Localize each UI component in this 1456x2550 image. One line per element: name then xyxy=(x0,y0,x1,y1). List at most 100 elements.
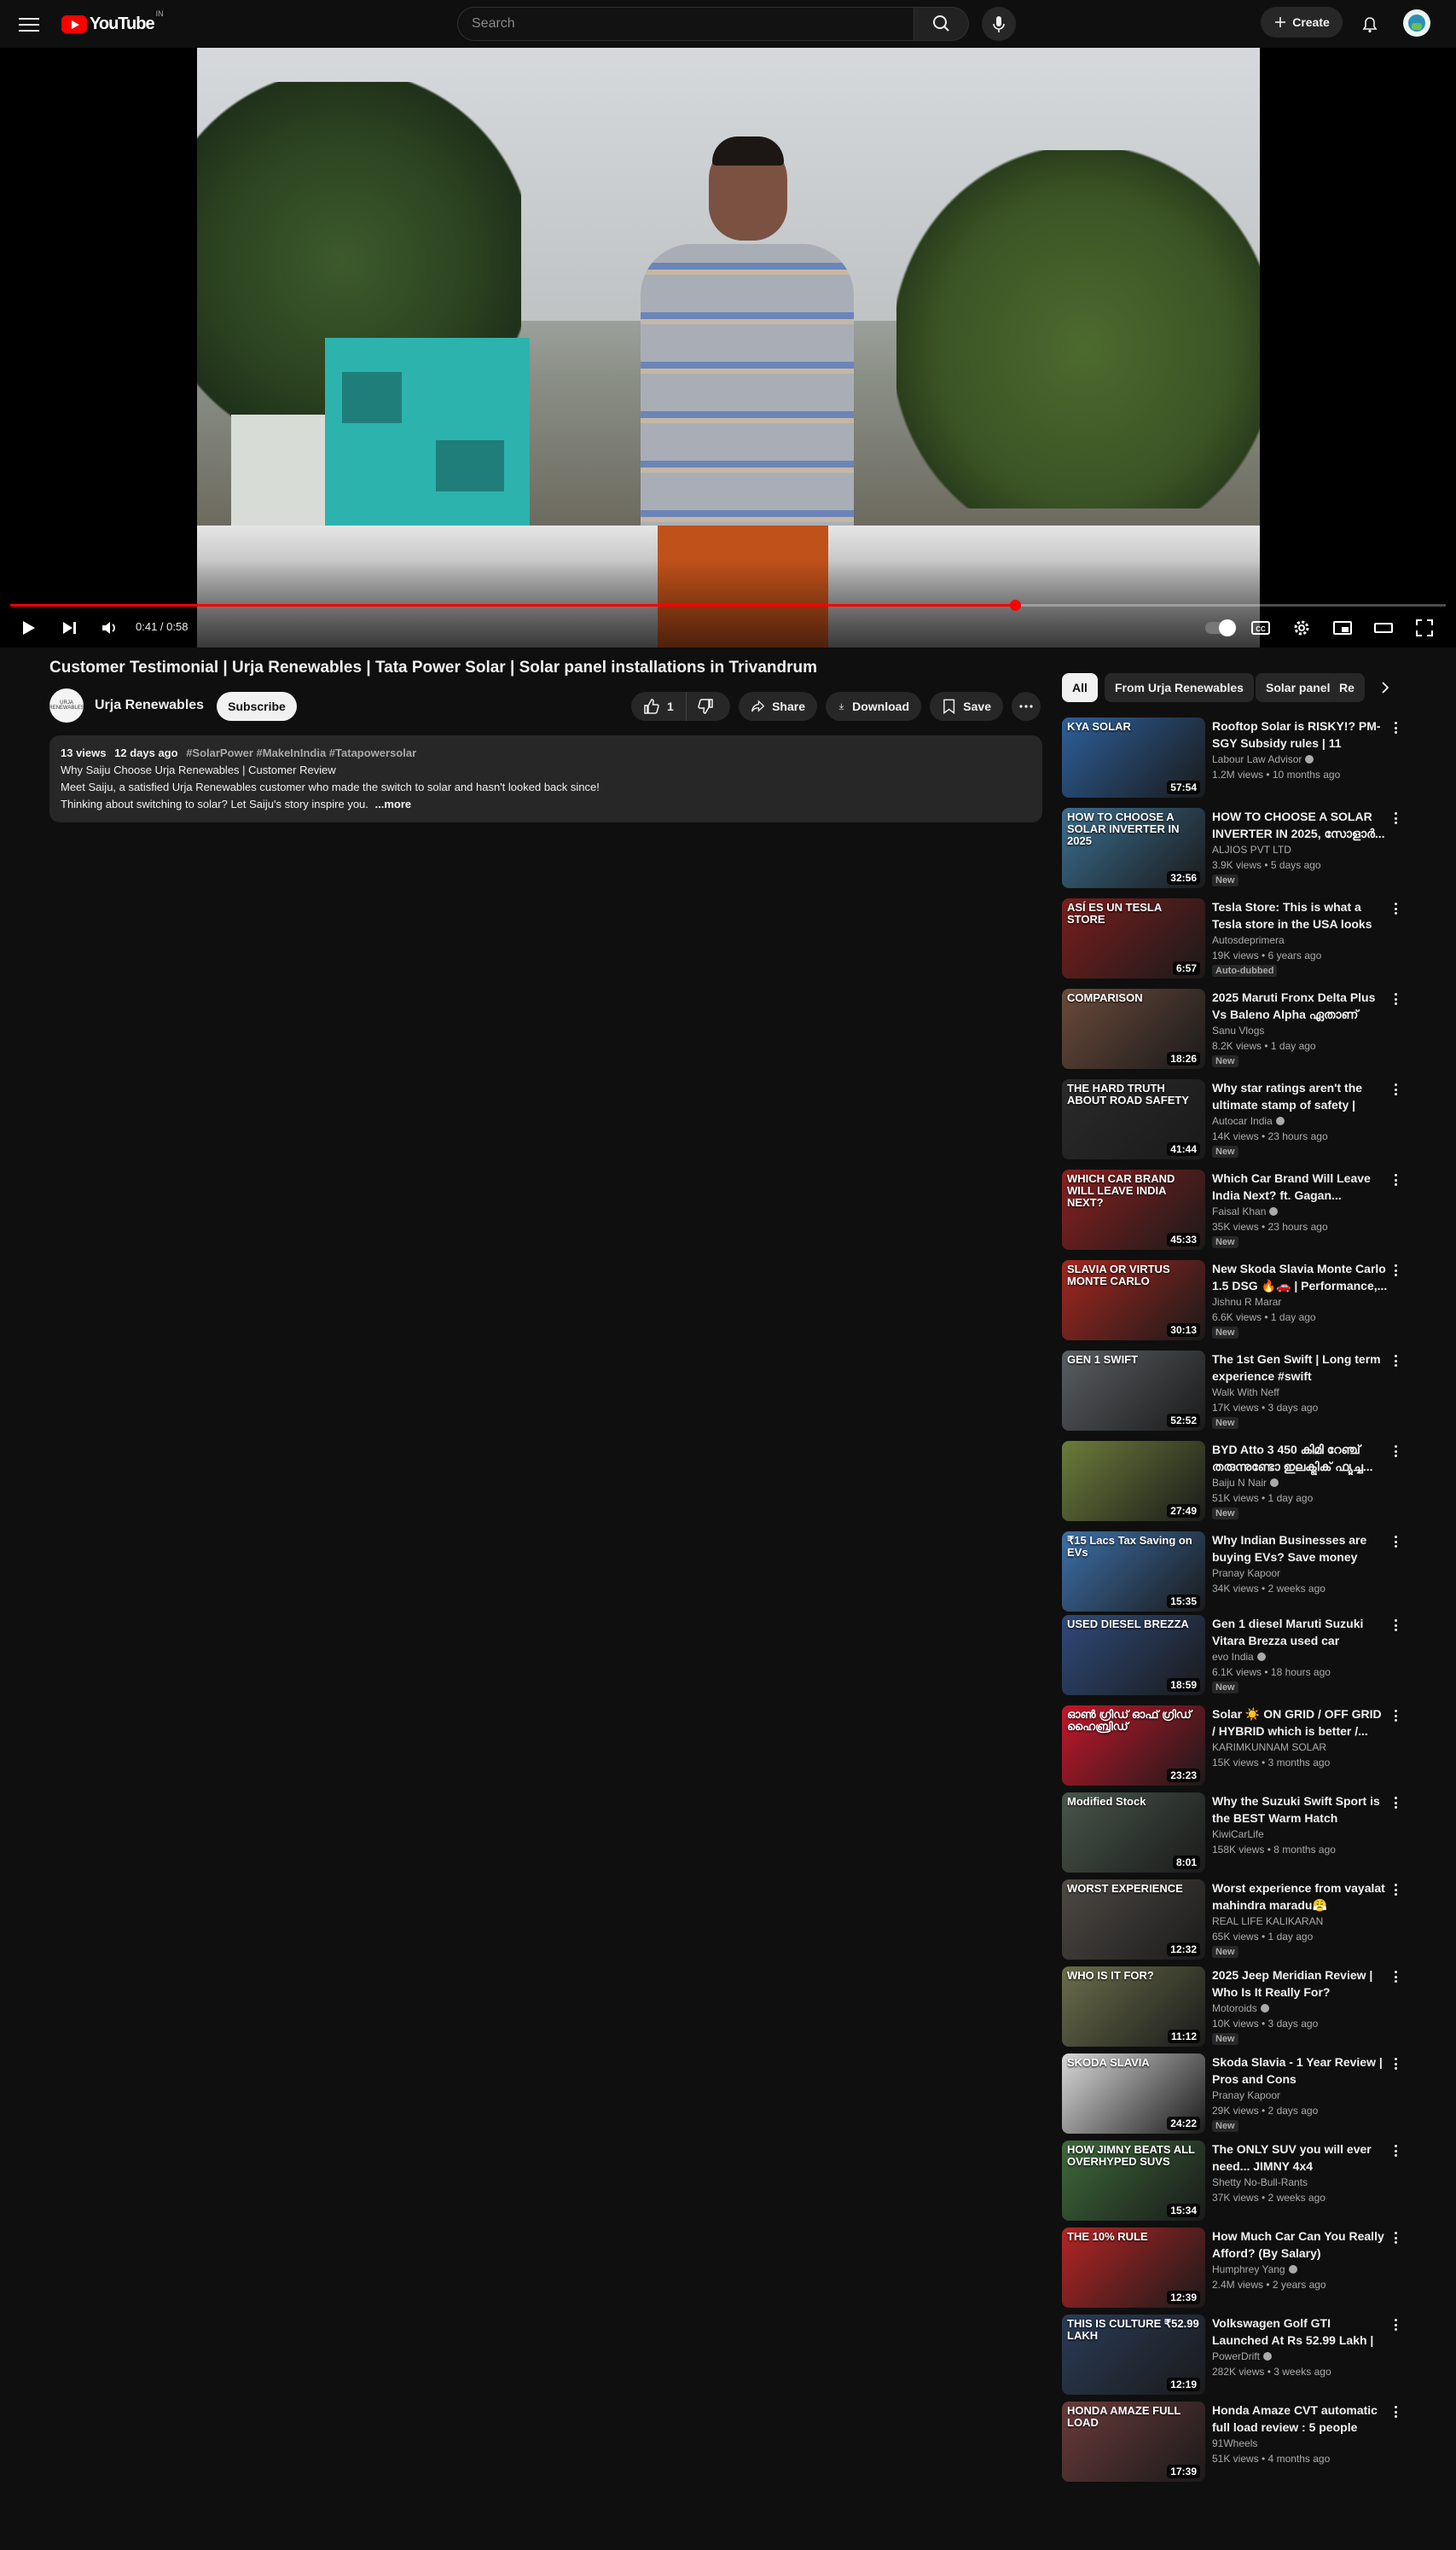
video-title[interactable]: The ONLY SUV you will ever need... JIMNY… xyxy=(1212,2140,1388,2175)
video-thumbnail[interactable]: WORST EXPERIENCE 12:32 xyxy=(1062,1879,1205,1960)
video-title[interactable]: Why the Suzuki Swift Sport is the BEST W… xyxy=(1212,1792,1388,1827)
channel-name[interactable]: Pranay Kapoor xyxy=(1212,1567,1280,1579)
channel-name-line[interactable]: Autocar India xyxy=(1212,1115,1285,1127)
download-button[interactable]: Download xyxy=(826,692,921,721)
video-thumbnail[interactable]: ASÍ ES UN TESLA STORE 6:57 xyxy=(1062,898,1205,979)
video-thumbnail[interactable]: HONDA AMAZE FULL LOAD 17:39 xyxy=(1062,2402,1205,2482)
recommendation-item[interactable]: ₹15 Lacs Tax Saving on EVs 15:35 Why India… xyxy=(1062,1531,1403,1613)
recommendation-item[interactable]: GEN 1 SWIFT 52:52 The 1st Gen Swift | Long… xyxy=(1062,1351,1403,1432)
video-thumbnail[interactable]: HOW JIMNY BEATS ALL OVERHYPED SUVS 15:34 xyxy=(1062,2140,1205,2221)
recommendation-item[interactable]: THIS IS CULTURE ₹52.99 LAKH 12:19 Volkswag… xyxy=(1062,2315,1403,2396)
more-icon[interactable] xyxy=(1389,2142,1401,2159)
more-icon[interactable] xyxy=(1389,2316,1401,2333)
channel-name-line[interactable]: KiwiCarLife xyxy=(1212,1828,1264,1840)
channel-name[interactable]: KARIMKUNNAM SOLAR xyxy=(1212,1741,1326,1753)
video-title[interactable]: Honda Amaze CVT automatic full load revi… xyxy=(1212,2402,1388,2436)
channel-name-line[interactable]: Humphrey Yang xyxy=(1212,2263,1297,2275)
video-thumbnail[interactable]: SLAVIA OR VIRTUS MONTE CARLO 30:13 xyxy=(1062,1260,1205,1340)
channel-name[interactable]: Urja Renewables xyxy=(95,698,204,713)
video-title[interactable]: How Much Car Can You Really Afford? (By … xyxy=(1212,2228,1388,2262)
channel-name-line[interactable]: Walk With Neff xyxy=(1212,1386,1279,1398)
recommendation-item[interactable]: 27:49 BYD Atto 3 450 കിമി റേഞ്ച് തരുന്നുണ… xyxy=(1062,1441,1403,1523)
video-thumbnail[interactable]: THE 10% RULE 12:39 xyxy=(1062,2228,1205,2308)
channel-avatar[interactable]: URJA RENEWABLES xyxy=(49,688,84,723)
more-icon[interactable] xyxy=(1389,990,1401,1008)
channel-name[interactable]: ALJIOS PVT LTD xyxy=(1212,844,1291,856)
more-icon[interactable] xyxy=(1389,900,1401,917)
channel-name[interactable]: PowerDrift xyxy=(1212,2350,1260,2362)
volume-button[interactable] xyxy=(97,613,123,643)
channel-name[interactable]: 91Wheels xyxy=(1212,2437,1257,2449)
recommendation-item[interactable]: THE HARD TRUTH ABOUT ROAD SAFETY 41:44 Why… xyxy=(1062,1079,1403,1161)
video-title[interactable]: Volkswagen Golf GTI Launched At Rs 52.99… xyxy=(1212,2315,1388,2349)
channel-name[interactable]: Motoroids xyxy=(1212,2002,1257,2014)
recommendation-item[interactable]: SKODA SLAVIA 24:22 Skoda Slavia - 1 Year R… xyxy=(1062,2053,1403,2135)
channel-name[interactable]: Autocar India xyxy=(1212,1115,1273,1127)
video-title[interactable]: Why star ratings aren't the ultimate sta… xyxy=(1212,1079,1388,1113)
channel-name-line[interactable]: Pranay Kapoor xyxy=(1212,2089,1280,2101)
voice-search-button[interactable] xyxy=(982,7,1016,41)
channel-name-line[interactable]: Motoroids xyxy=(1212,2002,1269,2014)
more-icon[interactable] xyxy=(1389,1533,1401,1550)
channel-name-line[interactable]: Labour Law Advisor xyxy=(1212,753,1314,765)
channel-name-line[interactable]: Jishnu R Marar xyxy=(1212,1296,1281,1308)
create-button[interactable]: Create xyxy=(1261,7,1343,38)
miniplayer-button[interactable] xyxy=(1329,613,1356,643)
channel-name-line[interactable]: KARIMKUNNAM SOLAR xyxy=(1212,1741,1326,1753)
channel-name-line[interactable]: 91Wheels xyxy=(1212,2437,1257,2449)
channel-name-line[interactable]: Baiju N Nair xyxy=(1212,1477,1279,1489)
video-thumbnail[interactable]: HOW TO CHOOSE A SOLAR INVERTER IN 2025 32… xyxy=(1062,808,1205,888)
video-title[interactable]: Rooftop Solar is RISKY!? PM-SGY Subsidy … xyxy=(1212,717,1388,752)
channel-name[interactable]: Baiju N Nair xyxy=(1212,1477,1267,1489)
chip-0[interactable]: All xyxy=(1062,673,1098,702)
channel-name[interactable]: Jishnu R Marar xyxy=(1212,1296,1281,1308)
video-player[interactable]: 0:41 / 0:58 CC xyxy=(0,48,1456,648)
theater-button[interactable] xyxy=(1370,613,1397,643)
next-button[interactable] xyxy=(56,613,82,643)
channel-name[interactable]: KiwiCarLife xyxy=(1212,1828,1264,1840)
recommendation-item[interactable]: WHICH CAR BRAND WILL LEAVE INDIA NEXT? 45… xyxy=(1062,1170,1403,1252)
recommendation-item[interactable]: WORST EXPERIENCE 12:32 Worst experience fr… xyxy=(1062,1879,1403,1961)
chip-1[interactable]: From Urja Renewables xyxy=(1105,673,1254,702)
account-avatar[interactable] xyxy=(1403,9,1430,37)
channel-name[interactable]: Shetty No-Bull-Rants xyxy=(1212,2176,1308,2188)
more-icon[interactable] xyxy=(1389,2403,1401,2420)
save-button[interactable]: Save xyxy=(930,692,1003,721)
channel-name[interactable]: Labour Law Advisor xyxy=(1212,753,1302,765)
chip-2[interactable]: Solar panel xyxy=(1256,673,1341,702)
more-icon[interactable] xyxy=(1389,2229,1401,2246)
video-title[interactable]: Tesla Store: This is what a Tesla store … xyxy=(1212,898,1388,932)
channel-name-line[interactable]: Shetty No-Bull-Rants xyxy=(1212,2176,1308,2188)
video-thumbnail[interactable]: ₹15 Lacs Tax Saving on EVs 15:35 xyxy=(1062,1531,1205,1612)
video-title[interactable]: Which Car Brand Will Leave India Next? f… xyxy=(1212,1170,1388,1204)
channel-name-line[interactable]: Sanu Vlogs xyxy=(1212,1025,1264,1037)
channel-name-line[interactable]: evo India xyxy=(1212,1651,1266,1663)
dislike-button[interactable] xyxy=(687,692,724,721)
recommendation-item[interactable]: HOW JIMNY BEATS ALL OVERHYPED SUVS 15:34 T… xyxy=(1062,2140,1403,2222)
video-thumbnail[interactable]: ഓൺ ഗ്രിഡ് ഓഫ് ഗ്രിഡ് ഹൈബ്രിഡ് 23:23 xyxy=(1062,1705,1205,1786)
chips-next-button[interactable] xyxy=(1371,673,1400,702)
channel-name[interactable]: REAL LIFE KALIKARAN xyxy=(1212,1915,1323,1927)
channel-name-line[interactable]: Faisal Khan xyxy=(1212,1205,1279,1217)
video-thumbnail[interactable]: KYA SOLAR 57:54 xyxy=(1062,717,1205,798)
video-title[interactable]: Skoda Slavia - 1 Year Review | Pros and … xyxy=(1212,2053,1388,2088)
more-icon[interactable] xyxy=(1389,1794,1401,1811)
video-title[interactable]: Gen 1 diesel Maruti Suzuki Vitara Brezza… xyxy=(1212,1615,1388,1649)
autoplay-toggle[interactable] xyxy=(1201,613,1238,643)
channel-name[interactable]: Autosdeprimera xyxy=(1212,934,1285,946)
channel-name[interactable]: Faisal Khan xyxy=(1212,1205,1266,1217)
recommendation-item[interactable]: ASÍ ES UN TESLA STORE 6:57 Tesla Store: Th… xyxy=(1062,898,1403,980)
recommendation-item[interactable]: COMPARISON 18:26 2025 Maruti Fronx Delta P… xyxy=(1062,989,1403,1071)
captions-button[interactable]: CC xyxy=(1247,613,1274,643)
video-title[interactable]: Why Indian Businesses are buying EVs? Sa… xyxy=(1212,1531,1388,1565)
more-icon[interactable] xyxy=(1389,1352,1401,1369)
subscribe-button[interactable]: Subscribe xyxy=(217,692,297,721)
channel-name[interactable]: evo India xyxy=(1212,1651,1254,1663)
video-thumbnail[interactable]: 27:49 xyxy=(1062,1441,1205,1521)
recommendation-item[interactable]: ഓൺ ഗ്രിഡ് ഓഫ് ഗ്രിഡ് ഹൈബ്രിഡ് 23:23 Solar … xyxy=(1062,1705,1403,1787)
channel-name[interactable]: Walk With Neff xyxy=(1212,1386,1279,1398)
more-icon[interactable] xyxy=(1389,2055,1401,2072)
recommendation-item[interactable]: HOW TO CHOOSE A SOLAR INVERTER IN 2025 32… xyxy=(1062,808,1403,890)
like-button[interactable]: 1 xyxy=(631,692,687,721)
video-thumbnail[interactable]: COMPARISON 18:26 xyxy=(1062,989,1205,1069)
